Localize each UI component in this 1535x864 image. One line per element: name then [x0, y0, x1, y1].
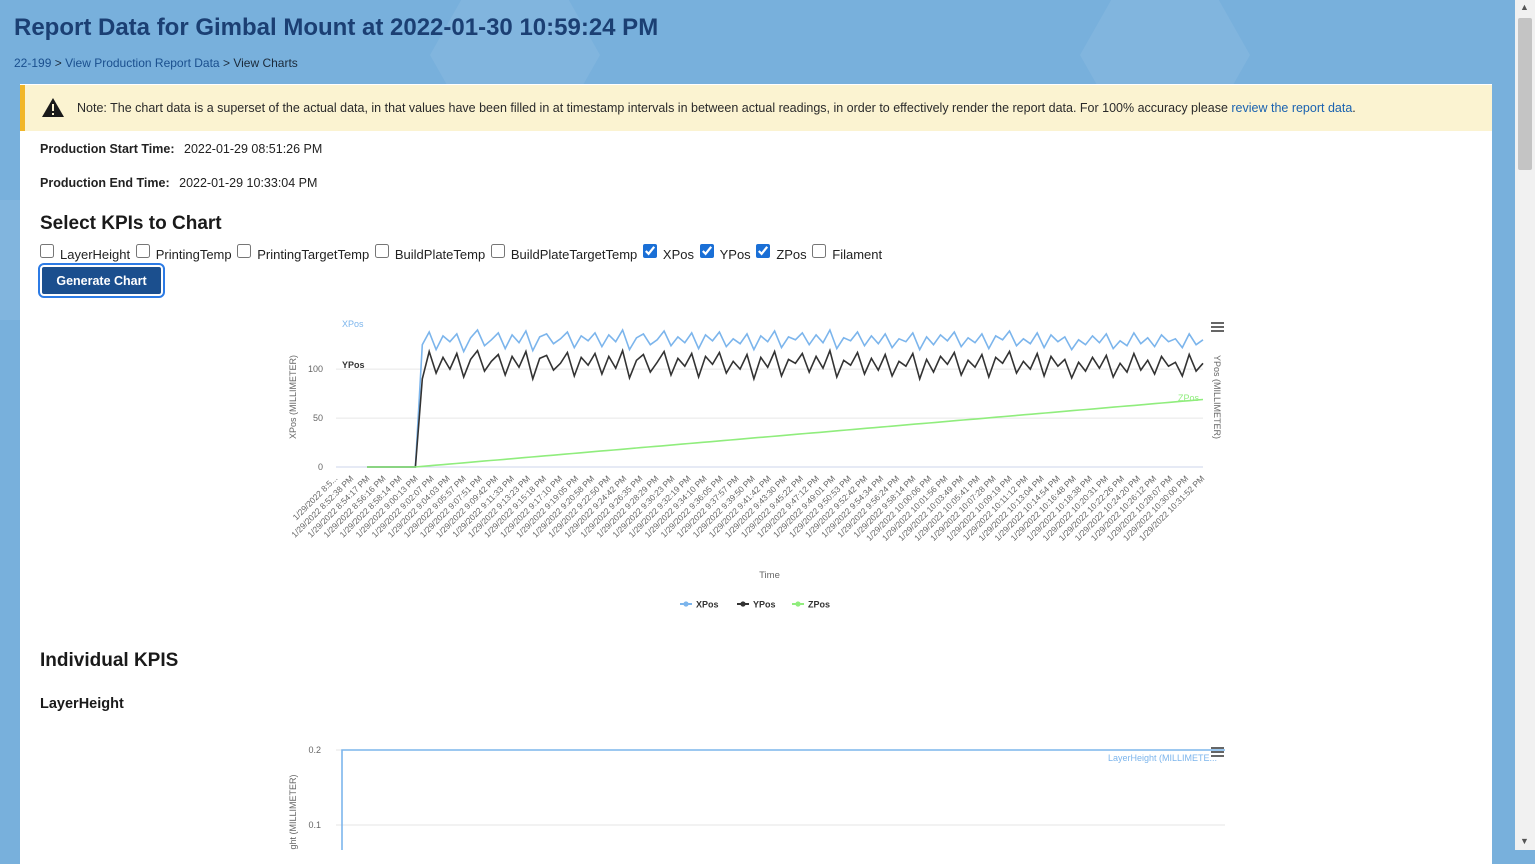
legend-label: YPos: [753, 600, 776, 610]
legend-item-ypos[interactable]: YPos: [737, 600, 776, 610]
chart-menu-icon[interactable]: [1211, 747, 1224, 757]
menu-bar: [1211, 330, 1224, 332]
layerheight-heading: LayerHeight: [40, 696, 124, 712]
series-line-layerheight: [341, 749, 1225, 850]
menu-bar: [1211, 755, 1224, 757]
y-tick-label: 0: [318, 462, 323, 472]
series-label-ypos: YPos: [342, 360, 365, 370]
y-tick-label: 50: [313, 413, 323, 423]
y-axis-title: XPos (MILLIMETER): [288, 355, 298, 439]
scrollbar-thumb[interactable]: [1518, 18, 1532, 170]
vertical-scrollbar[interactable]: ▲ ▼: [1515, 0, 1535, 850]
y-tick-label: 0.2: [308, 745, 321, 755]
series-label-zpos: ZPos: [1178, 393, 1200, 403]
y-tick-label: 100: [308, 364, 323, 374]
individual-kpis-heading: Individual KPIS: [40, 650, 179, 671]
series-label-xpos: XPos: [342, 319, 364, 329]
menu-bar: [1211, 326, 1224, 328]
x-axis-title: Time: [759, 570, 780, 581]
y-axis-title: LayerHeight (MILLIMETER): [288, 774, 298, 850]
legend-label: XPos: [696, 600, 719, 610]
series-label-layerheight: LayerHeight (MILLIMETE...: [1108, 753, 1217, 763]
y-tick-label: 0.1: [308, 820, 321, 830]
legend-item-zpos[interactable]: ZPos: [792, 600, 830, 610]
legend-marker: [740, 601, 746, 607]
y-axis-title-right: YPos (MILLIMETER): [1212, 355, 1222, 439]
scroll-up-icon[interactable]: ▲: [1520, 2, 1529, 12]
legend-marker: [683, 601, 689, 607]
chart-menu-icon[interactable]: [1211, 322, 1224, 332]
series-line-xpos: [367, 328, 1204, 468]
legend-item-xpos[interactable]: XPos: [680, 600, 719, 610]
kpi-line-chart: 0 50 100 XPos (MILLIMETER) YPos (MILLIMETER)…: [288, 319, 1225, 850]
menu-bar: [1211, 322, 1224, 324]
series-line-zpos: [367, 398, 1204, 468]
scroll-down-icon[interactable]: ▼: [1520, 836, 1529, 846]
series-line-ypos: [367, 347, 1204, 468]
menu-bar: [1211, 751, 1224, 753]
legend-label: ZPos: [808, 600, 830, 610]
menu-bar: [1211, 747, 1224, 749]
legend-marker: [795, 601, 801, 607]
